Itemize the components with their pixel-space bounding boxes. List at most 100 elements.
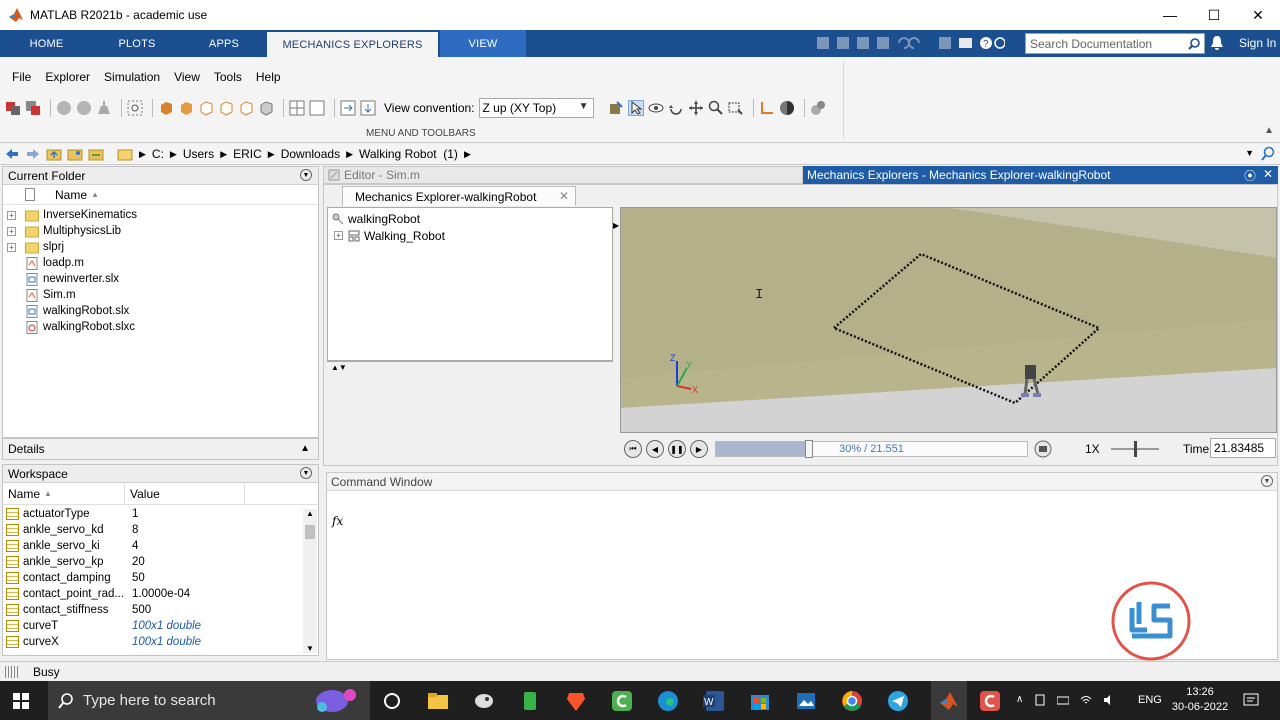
breadcrumb-item-walking-robot[interactable]: Walking Robot (1) [359, 147, 458, 161]
panel-actions-icon[interactable]: ▼ [300, 169, 312, 181]
chevron-up-icon[interactable]: ▲ [300, 443, 310, 454]
table-row[interactable]: ankle_servo_kp 20 [3, 554, 318, 570]
pane-toggle-icon[interactable]: ▲▼ [331, 363, 347, 372]
forward-arrow-icon[interactable] [24, 146, 42, 162]
zoom-icon[interactable] [708, 100, 724, 116]
scroll-down-icon[interactable]: ▼ [306, 644, 314, 653]
tile-windows-icon[interactable] [5, 100, 21, 116]
list-item[interactable]: walkingRobot.slx [3, 303, 318, 319]
notification-center-icon[interactable] [1243, 692, 1259, 708]
roll-icon[interactable] [668, 100, 684, 116]
expand-icon[interactable]: + [7, 210, 16, 220]
minimize-button[interactable]: — [1148, 0, 1192, 30]
speed-slider[interactable] [1109, 440, 1161, 458]
view-left-icon[interactable] [218, 100, 234, 116]
rotate-icon[interactable] [648, 100, 664, 116]
menu-file[interactable]: File [12, 70, 31, 84]
menu-simulation[interactable]: Simulation [104, 70, 160, 84]
view-convention-select[interactable]: Z up (XY Top) ▼ [478, 98, 594, 118]
mechanics-explorer-doc-tab[interactable]: Mechanics Explorer-walkingRobot ✕ [342, 186, 576, 206]
tray-device-icon[interactable] [1034, 694, 1046, 706]
menu-explorer[interactable]: Explorer [45, 70, 90, 84]
brave-browser-icon[interactable] [564, 689, 588, 713]
matlab-taskbar-icon[interactable] [931, 681, 967, 720]
up-folder-icon[interactable] [45, 146, 63, 162]
collapse-tree-icon[interactable] [340, 100, 356, 116]
panel-actions-icon[interactable]: ▼ [1261, 475, 1273, 487]
tree-item-walking-robot[interactable]: + Walking_Robot [328, 227, 612, 244]
tab-view[interactable]: VIEW [440, 30, 526, 57]
table-row[interactable]: ankle_servo_ki 4 [3, 538, 318, 554]
name-column-header[interactable]: Name ▲ [3, 482, 125, 505]
highlight-icon[interactable] [608, 100, 624, 116]
list-item[interactable]: walkingRobot.slxc [3, 319, 318, 335]
camtasia-recorder-icon[interactable] [978, 689, 1002, 713]
multi-view-icon[interactable] [25, 100, 41, 116]
maximize-button[interactable]: ☐ [1192, 0, 1236, 30]
current-folder-column-header[interactable]: Name ▲ [3, 185, 318, 205]
search-icon[interactable] [1188, 38, 1200, 50]
edge-browser-icon[interactable] [656, 689, 680, 713]
close-button[interactable]: ✕ [1236, 0, 1280, 30]
back-arrow-icon[interactable] [3, 146, 21, 162]
collapse-ribbon-icon[interactable]: ▲ [1264, 125, 1274, 136]
taskbar-clock[interactable]: 13:26 30-06-2022 [1170, 685, 1230, 715]
file-explorer-icon[interactable] [426, 689, 450, 713]
table-row[interactable]: contact_stiffness 500 [3, 602, 318, 618]
chrome-icon[interactable] [840, 689, 864, 713]
playback-slider[interactable]: 30% / 21.551 [715, 440, 1028, 458]
address-dropdown-icon[interactable]: ▼ [1245, 148, 1254, 158]
zoom-box-icon[interactable] [728, 100, 744, 116]
pan-icon[interactable] [688, 100, 704, 116]
select-cursor-icon[interactable] [627, 100, 644, 116]
green-cup-icon[interactable] [518, 689, 542, 713]
settings-icon[interactable] [810, 100, 826, 116]
table-row[interactable]: actuatorType 1 [3, 506, 318, 522]
frames-icon[interactable] [759, 100, 775, 116]
time-field[interactable]: 21.83485 [1210, 438, 1276, 458]
layout-single-icon[interactable] [309, 100, 325, 116]
expand-icon[interactable]: + [334, 231, 343, 240]
view-right-icon[interactable] [238, 100, 254, 116]
folder-search-icon[interactable] [1261, 146, 1275, 162]
quick-access-icons[interactable]: ? [815, 35, 1005, 51]
layout-grid-icon[interactable] [289, 100, 305, 116]
step-forward-button[interactable]: ▶ [690, 440, 708, 458]
close-panel-icon[interactable]: ✕ [1263, 167, 1273, 181]
task-view-icon[interactable] [380, 689, 404, 713]
3d-scene[interactable]: Z Y X I [621, 208, 1277, 433]
sign-in-link[interactable]: Sign In [1239, 36, 1276, 50]
3d-viewport[interactable]: Z Y X I [620, 207, 1277, 433]
tray-chevron-up-icon[interactable]: ∧ [1016, 694, 1023, 706]
taskbar-search-box[interactable]: Type here to search [48, 681, 370, 720]
bird-app-icon[interactable] [472, 689, 496, 713]
close-tab-icon[interactable]: ✕ [559, 189, 569, 203]
panel-actions-icon[interactable]: ▼ [300, 467, 312, 479]
list-item[interactable]: Sim.m [3, 287, 318, 303]
input-language[interactable]: ENG [1138, 694, 1162, 706]
tab-apps[interactable]: APPS [181, 30, 267, 57]
tray-keyboard-icon[interactable] [1057, 694, 1070, 706]
scrollbar-thumb[interactable] [305, 525, 315, 539]
menu-view[interactable]: View [174, 70, 200, 84]
table-row[interactable]: curveX 100x1 double [3, 634, 318, 650]
tray-volume-icon[interactable] [1103, 694, 1115, 706]
list-item[interactable]: loadp.m [3, 255, 318, 271]
name-column-header[interactable]: Name [55, 188, 87, 202]
record-video-icon[interactable] [1034, 440, 1052, 458]
value-column-header[interactable]: Value [125, 482, 245, 505]
tree-item-walkingrobot[interactable]: walkingRobot [328, 210, 612, 227]
tab-plots[interactable]: PLOTS [93, 30, 181, 57]
history-folder-icon[interactable] [87, 146, 105, 162]
windows-start-icon[interactable] [13, 693, 29, 709]
table-row[interactable]: ankle_servo_kd 8 [3, 522, 318, 538]
menu-tools[interactable]: Tools [214, 70, 242, 84]
export-icon[interactable] [96, 100, 112, 116]
notification-bell-icon[interactable] [1210, 35, 1224, 51]
photos-icon[interactable] [794, 689, 818, 713]
list-item[interactable]: newinverter.slx [3, 271, 318, 287]
splitter[interactable]: ▶ [613, 207, 619, 465]
render-icon[interactable] [779, 100, 795, 116]
view-iso-icon[interactable] [158, 100, 174, 116]
expand-tree-icon[interactable] [360, 100, 376, 116]
